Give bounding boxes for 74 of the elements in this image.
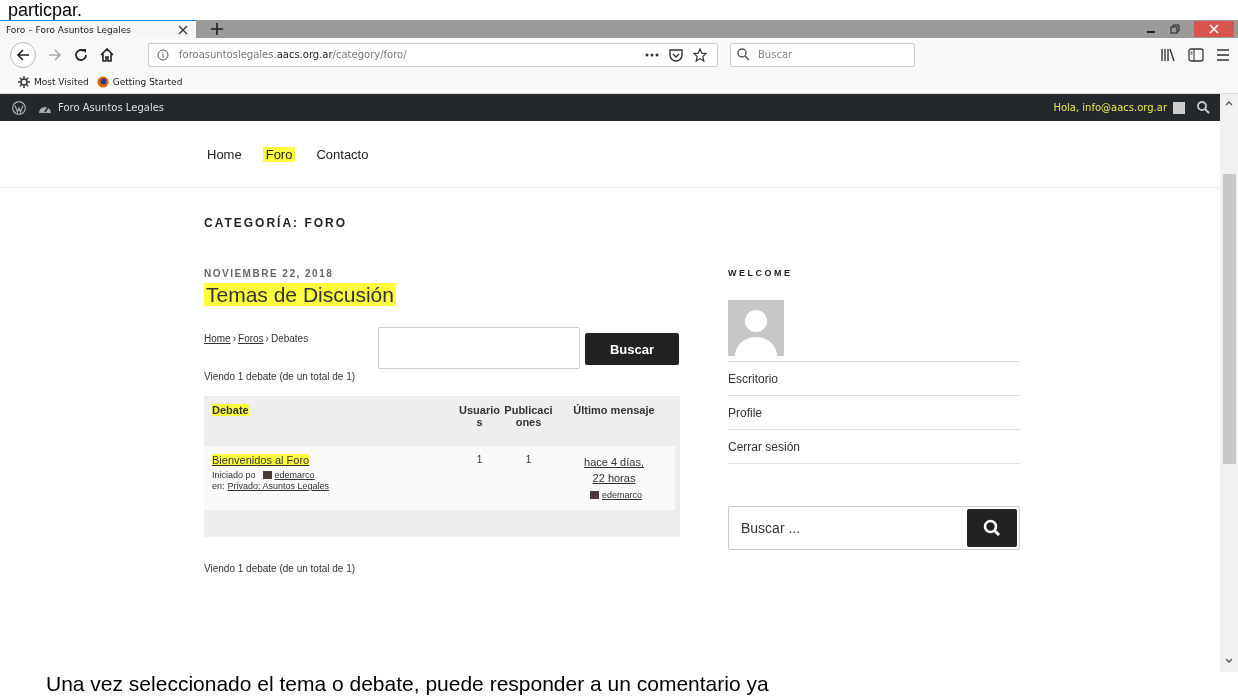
results-count: Viendo 1 debate (de un total de 1) xyxy=(204,563,357,574)
widget-title: WELCOME xyxy=(728,268,794,278)
search-field[interactable]: Buscar xyxy=(756,48,900,61)
sidebar-icon[interactable] xyxy=(1188,47,1204,62)
bookmark-item[interactable]: Most Visited xyxy=(18,76,89,88)
breadcrumb-link[interactable]: Home xyxy=(204,333,231,344)
post-title: Temas de Discusión xyxy=(204,283,396,306)
avatar-icon xyxy=(590,491,599,499)
address-bar[interactable]: foroasuntoslegales.aacs.org.ar/category/foro/ xyxy=(148,42,718,67)
reload-icon[interactable] xyxy=(74,47,88,62)
admin-site-link[interactable]: Foro Asuntos Legales xyxy=(38,101,165,114)
globe-icon[interactable] xyxy=(96,76,109,88)
restore-icon[interactable] xyxy=(1170,24,1180,34)
column-header: Último mensaje xyxy=(573,404,655,416)
breadcrumb-current: Debates xyxy=(270,333,309,344)
column-header: Publicaciones xyxy=(504,404,553,428)
gear-icon[interactable] xyxy=(18,76,30,88)
freshness-link[interactable]: hace 4 días, 22 horas xyxy=(556,454,672,486)
search-button[interactable]: Buscar xyxy=(585,333,679,365)
breadcrumb-link[interactable]: Foros xyxy=(238,333,264,344)
browser-tab[interactable]: Foro – Foro Asuntos Legales xyxy=(0,20,196,38)
sidebar-link[interactable]: Cerrar sesión xyxy=(728,439,801,454)
column-header: Usuarios xyxy=(459,404,500,428)
bookmark-item[interactable]: Getting Started xyxy=(96,76,183,88)
author-link[interactable]: edemarco xyxy=(274,470,315,480)
avatar-icon xyxy=(262,471,272,479)
greeting-link[interactable]: Hola, info@aacs.org.ar xyxy=(1053,102,1167,113)
breadcrumb-separator: › xyxy=(265,333,269,344)
results-count: Viendo 1 debate (de un total de 1) xyxy=(204,371,357,382)
search-form[interactable]: Buscar ... xyxy=(728,506,1020,550)
avatar-placeholder xyxy=(728,300,784,356)
search-bar[interactable]: Buscar xyxy=(730,42,915,67)
more-icon[interactable] xyxy=(645,52,659,57)
search-input[interactable] xyxy=(378,327,580,369)
home-icon[interactable] xyxy=(100,47,114,62)
started-by-label: Iniciado po xyxy=(212,470,256,480)
nav-link[interactable]: Contacto xyxy=(313,146,372,162)
topic-link[interactable]: Bienvenidos al Foro xyxy=(212,454,310,466)
search-button[interactable] xyxy=(967,509,1017,547)
nav-link[interactable]: Foro xyxy=(262,146,296,162)
sidebar-link[interactable]: Escritorio xyxy=(728,371,778,386)
forum-link[interactable]: Privado: Asuntos Legales xyxy=(227,481,330,491)
avatar-icon xyxy=(1173,101,1185,114)
pocket-icon[interactable] xyxy=(669,47,683,62)
search-icon[interactable] xyxy=(737,48,750,61)
page-title: CATEGORÍA: FORO xyxy=(204,216,349,230)
search-field[interactable]: Buscar ... xyxy=(739,519,967,537)
document-text: Una vez seleccionado el tema o debate, puede responder a un comentario ya xyxy=(45,672,770,696)
forum-label: en: xyxy=(212,481,225,491)
sidebar-link[interactable]: Profile xyxy=(728,405,762,420)
breadcrumb-separator: › xyxy=(232,333,237,344)
close-button[interactable] xyxy=(1194,21,1234,37)
arrow-left-icon[interactable] xyxy=(16,47,30,62)
wordpress-logo-icon[interactable] xyxy=(12,100,26,115)
column-header: Debate xyxy=(212,404,249,416)
close-icon[interactable] xyxy=(178,24,188,35)
search-icon[interactable] xyxy=(1197,101,1210,114)
nav-link[interactable]: Home xyxy=(204,146,245,162)
scroll-down-icon[interactable] xyxy=(1225,658,1233,664)
scroll-up-icon[interactable] xyxy=(1225,100,1233,106)
search-icon xyxy=(983,519,1001,537)
plus-icon[interactable] xyxy=(210,22,224,36)
menu-icon[interactable] xyxy=(1216,48,1230,61)
post-date: NOVIEMBRE 22, 2018 xyxy=(204,268,335,279)
back-button[interactable] xyxy=(10,41,36,68)
library-icon[interactable] xyxy=(1160,47,1176,62)
url-text: foroasuntoslegales.aacs.org.ar/category/foro/ xyxy=(179,49,407,60)
info-icon[interactable] xyxy=(157,48,169,61)
table-cell: 1 xyxy=(476,454,483,465)
table-cell: 1 xyxy=(525,454,532,465)
document-text: particpar. xyxy=(7,0,84,20)
star-icon[interactable] xyxy=(693,47,707,62)
scrollbar-thumb[interactable] xyxy=(1222,174,1236,464)
author-link[interactable]: edemarco xyxy=(602,490,642,500)
